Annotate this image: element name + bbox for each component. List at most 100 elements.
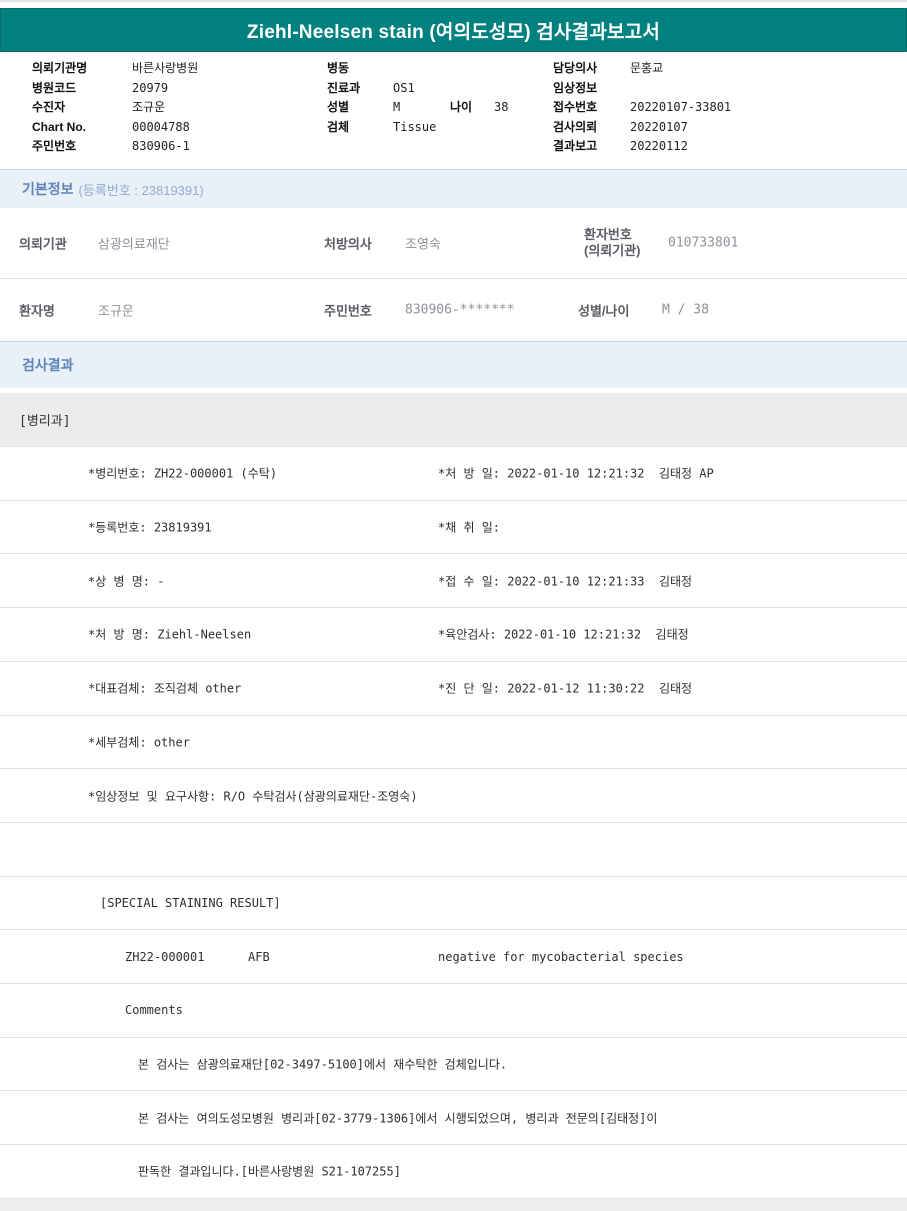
cell-label-patient-name: 환자명 — [19, 303, 55, 319]
cell-value-patient-name: 조규운 — [98, 304, 134, 320]
comments-header-row: Comments — [0, 984, 907, 1038]
field-label: Chart No. — [32, 119, 86, 134]
section-title: 검사결과 — [22, 357, 74, 373]
cell-label-prescribing-doctor: 처방의사 — [324, 236, 372, 252]
detail-left: *처 방 명: Ziehl-Neelsen — [88, 627, 252, 642]
field-specimen: 검체 Tissue — [327, 117, 547, 137]
detail-left: *대표검체: 조직검체 other — [88, 681, 242, 696]
field-value: 20220107 — [630, 119, 688, 134]
detail-left: *상 병 명: - — [88, 574, 165, 589]
field-value: M — [393, 100, 401, 114]
field-ward: 병동 — [327, 58, 547, 78]
special-staining-result-row: ZH22-000001 AFB negative for mycobacteri… — [0, 930, 907, 985]
stain-name: AFB — [248, 949, 270, 964]
field-label: 성별 — [327, 100, 350, 114]
detail-row-representative-specimen: *대표검체: 조직검체 other *진 단 일: 2022-01-12 11:… — [0, 661, 907, 716]
stain-result: negative for mycobacterial species — [438, 949, 684, 964]
table-row: 환자명 조규운 주민번호 830906-******* 성별/나이 M / 38 — [0, 279, 907, 341]
field-label: 접수번호 — [553, 100, 598, 114]
patient-header-col3: 담당의사 문홍교 임상정보 접수번호 20220107-33801 검사의뢰 2022… — [553, 58, 883, 156]
cell-value-referrer: 삼광의료재단 — [98, 237, 170, 253]
field-label: 검사의뢰 — [553, 119, 598, 134]
cell-label-resident-no: 주민번호 — [324, 303, 372, 319]
detail-row-registration-no: *등록번호: 23819391 *채 취 일: — [0, 500, 907, 555]
field-test-request-date: 검사의뢰 20220107 — [553, 117, 883, 137]
detail-right: *육안검사: 2022-01-10 12:21:32 김태정 — [438, 627, 689, 642]
detail-row-prescription-name: *처 방 명: Ziehl-Neelsen *육안검사: 2022-01-10 … — [0, 608, 907, 662]
field-value: 830906-1 — [132, 139, 190, 153]
field-sex-age: 성별 M 나이 38 — [327, 97, 547, 117]
detail-row-clinical-request: *임상정보 및 요구사항: R/O 수탁검사(삼광의료재단-조영숙) — [0, 769, 907, 823]
field-label: 의뢰기관명 — [32, 61, 88, 75]
detail-left: *병리번호: ZH22-000001 (수탁) — [88, 466, 278, 481]
cell-value-patient-no: 010733801 — [668, 235, 739, 251]
field-attending-doctor: 담당의사 문홍교 — [553, 58, 883, 78]
detail-right: *처 방 일: 2022-01-10 12:21:32 김태정 AP — [438, 466, 714, 481]
field-value: Tissue — [393, 119, 437, 134]
detail-row-sub-specimen: *세부검체: other — [0, 715, 907, 770]
field-value: 38 — [494, 100, 509, 114]
detail-right: *접 수 일: 2022-01-10 12:21:33 김태정 — [438, 574, 693, 589]
lab-report-page: Ziehl-Neelsen stain (여의도성모) 검사결과보고서 의뢰기관… — [0, 0, 907, 1211]
field-label: 검체 — [327, 119, 350, 134]
field-examinee: 수진자 조규운 — [32, 97, 317, 117]
department-row: [병리과] — [0, 393, 907, 447]
basic-info-table: 의뢰기관 삼광의료재단 처방의사 조영숙 환자번호 (의뢰기관) 0107338… — [0, 208, 907, 341]
field-value: OS1 — [393, 80, 415, 95]
field-label: 결과보고 — [553, 139, 598, 153]
cell-label-referrer: 의뢰기관 — [19, 236, 67, 252]
field-hospital-code: 병원코드 20979 — [32, 78, 317, 98]
detail-row-disease-name: *상 병 명: - *접 수 일: 2022-01-10 12:21:33 김태… — [0, 554, 907, 609]
department-label: [병리과] — [19, 414, 71, 429]
cell-value-resident-no: 830906-******* — [405, 302, 515, 318]
detail-row-empty — [0, 822, 907, 877]
field-value: 20220107-33801 — [630, 100, 732, 114]
field-label: 병동 — [327, 61, 350, 75]
comment-row-1: 본 검사는 삼광의료재단[02-3497-5100]에서 재수탁한 검체입니다. — [0, 1037, 907, 1092]
result-detail-list: *병리번호: ZH22-000001 (수탁) *처 방 일: 2022-01-… — [0, 447, 907, 1199]
field-resident-no: 주민번호 830906-1 — [32, 136, 317, 156]
special-staining-title-row: [SPECIAL STAINING RESULT] — [0, 876, 907, 931]
field-label: 병원코드 — [32, 80, 77, 95]
detail-left: *등록번호: 23819391 — [88, 520, 212, 535]
field-chart-no: Chart No. 00004788 — [32, 117, 317, 137]
section-title: 기본정보 — [22, 181, 74, 197]
patient-header-col2: 병동 진료과 OS1 성별 M 나이 38 검체 Tissue — [327, 58, 547, 136]
field-label: 진료과 — [327, 80, 361, 95]
field-value: 문홍교 — [630, 61, 664, 75]
top-edge-divider — [0, 0, 907, 2]
footer-bar — [0, 1199, 907, 1211]
section-header-basic-info: 기본정보 (등록번호 : 23819391) — [0, 169, 907, 208]
patient-header-col1: 의뢰기관명 바른사랑병원 병원코드 20979 수진자 조규운 Chart No. 00… — [32, 58, 317, 156]
field-label: 담당의사 — [553, 61, 598, 75]
section-header-test-results: 검사결과 — [0, 341, 907, 388]
field-receipt-no: 접수번호 20220107-33801 — [553, 97, 883, 117]
field-clinical-info: 임상정보 — [553, 78, 883, 98]
field-label: 나이 — [450, 100, 473, 114]
comments-label: Comments — [125, 1003, 183, 1018]
patient-header: 의뢰기관명 바른사랑병원 병원코드 20979 수진자 조규운 Chart No. 00… — [0, 56, 907, 166]
cell-value-prescribing-doctor: 조영숙 — [405, 237, 441, 253]
field-result-report-date: 결과보고 20220112 — [553, 136, 883, 156]
cell-label-sex-age: 성별/나이 — [578, 303, 630, 319]
section-subtitle: (등록번호 : 23819391) — [78, 182, 204, 198]
cell-value-sex-age: M / 38 — [662, 302, 709, 318]
cell-label-patient-no: 환자번호 (의뢰기관) — [584, 227, 641, 258]
comment-text: 본 검사는 삼광의료재단[02-3497-5100]에서 재수탁한 검체입니다. — [138, 1057, 508, 1072]
comment-text: 본 검사는 여의도성모병원 병리과[02-3779-1306]에서 시행되었으며… — [138, 1111, 658, 1126]
field-value: 00004788 — [132, 119, 190, 134]
page-title: Ziehl-Neelsen stain (여의도성모) 검사결과보고서 — [246, 21, 661, 43]
detail-row-pathology-no: *병리번호: ZH22-000001 (수탁) *처 방 일: 2022-01-… — [0, 447, 907, 501]
table-row: 의뢰기관 삼광의료재단 처방의사 조영숙 환자번호 (의뢰기관) 0107338… — [0, 208, 907, 279]
detail-right: *채 취 일: — [438, 520, 501, 535]
field-value: 20220112 — [630, 139, 688, 153]
comment-row-3: 판독한 결과입니다.[바른사랑병원 S21-107255] — [0, 1145, 907, 1199]
detail-left: *임상정보 및 요구사항: R/O 수탁검사(삼광의료재단-조영숙) — [88, 789, 418, 804]
field-value: 바른사랑병원 — [132, 61, 199, 75]
comment-text: 판독한 결과입니다.[바른사랑병원 S21-107255] — [138, 1164, 401, 1179]
comment-row-2: 본 검사는 여의도성모병원 병리과[02-3779-1306]에서 시행되었으며… — [0, 1091, 907, 1146]
detail-left: *세부검체: other — [88, 735, 190, 750]
detail-right: *진 단 일: 2022-01-12 11:30:22 김태정 — [438, 681, 693, 696]
field-label: 임상정보 — [553, 80, 598, 95]
specimen-code: ZH22-000001 — [125, 949, 205, 964]
